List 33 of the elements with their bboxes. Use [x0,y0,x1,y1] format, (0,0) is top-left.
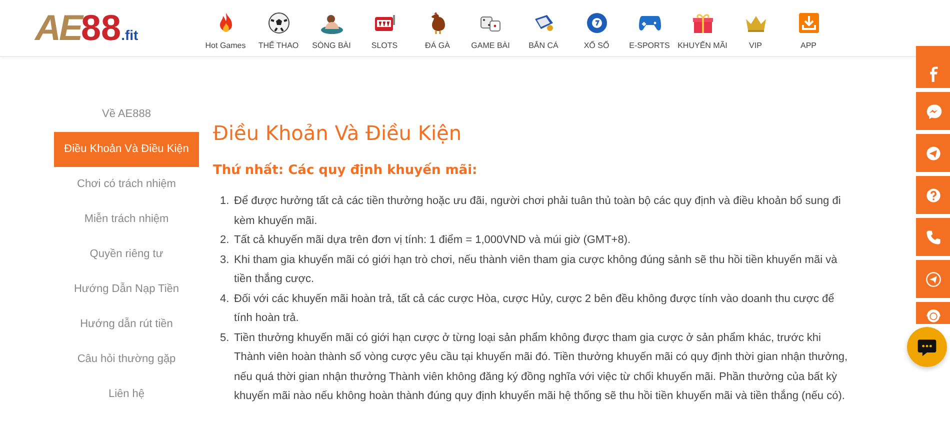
nav-item[interactable]: SLOTS [358,6,411,50]
sidebar-item[interactable]: Miễn trách nhiệm [54,202,199,237]
nav-item[interactable]: APP [782,6,835,50]
section-title: Thứ nhất: Các quy định khuyến mãi: [213,163,478,178]
sidebar-item[interactable]: Liên hệ [54,377,199,412]
site-logo[interactable]: AE88.fit [35,7,185,49]
nav-item[interactable]: VIP [729,6,782,50]
nav-item[interactable]: KHUYẾN MÃI [676,6,729,50]
sidebar-item[interactable]: Câu hỏi thường gặp [54,342,199,377]
list-marker: 2. [220,233,230,248]
nav-item[interactable]: Hot Games [199,6,252,50]
sidebar-item[interactable]: Hướng dẫn rút tiền [54,307,199,342]
nav-item[interactable]: E-SPORTS [623,6,676,50]
list-item: Khi tham gia khuyến mãi có giới hạn trò chơi, nếu thành viên tham gia cược không đúng sảnh sẽ thu hồi tiền khuyến mãi và tiền thắng cược. [234,252,838,287]
list-item: Tiền thưởng khuyến mãi có giới hạn cược ở từng loại sản phẩm không được tham gia cược ở sản phẩm khác, trước khi Thành viên hoàn thành số vòng cược yêu cầu tại khuyến mãi đó. Tiền thưởng khuyến mãi có quy định thời gian nhận thưởng, nếu quá thời gian nhận thưởng Thành viên không đăng ký đồng nghĩa với việc từ chối khuyến mãi. Phần thưởng của bất kỳ khuyến mãi nào nếu không hoàn thành đúng quy định khuyến mãi hệ thống sẽ thu hồi tiền khuyến mãi và tiền thắng (nếu có). [234,330,849,404]
nav-item[interactable]: THỂ THAO [252,6,305,50]
list-item: Đối với các khuyến mãi hoàn trả, tất cả các cược Hòa, cược Hủy, cược 2 bên đều không được tính vào doanh thu cược để tính hoàn trả. [234,292,836,326]
list-marker: 4. [220,292,230,306]
sidebar-item[interactable]: Về AE888 [54,97,199,132]
nav-item[interactable]: SÒNG BÀI [305,6,358,50]
list-marker: 1. [220,194,230,209]
nav-item[interactable]: BẮN CÁ [517,6,570,50]
list-item: Tất cả khuyến mãi dựa trên đơn vị tính: 1 điểm = 1,000VND và múi giờ (GMT+8). [234,233,632,248]
list-marker: 5. [220,330,230,346]
nav-item[interactable]: XỔ SỐ [570,6,623,50]
sidebar-item[interactable]: Chơi có trách nhiệm [54,167,199,202]
page-title: Điều Khoản Và Điều Kiện [213,121,462,145]
nav-item[interactable]: ĐÁ GÀ [411,6,464,50]
list-item: Để được hưởng tất cả các tiền thưởng hoặc ưu đãi, người chơi phải tuân thủ toàn bộ các quy định và điều khoản bổ sung đi kèm khuyến mãi. [234,194,842,228]
sidebar-item[interactable]: Quyền riêng tư [54,237,199,272]
sidebar-item[interactable]: Hướng Dẫn Nạp Tiền [54,272,199,307]
list-marker: 3. [220,252,230,268]
nav-item[interactable]: GAME BÀI [464,6,517,50]
